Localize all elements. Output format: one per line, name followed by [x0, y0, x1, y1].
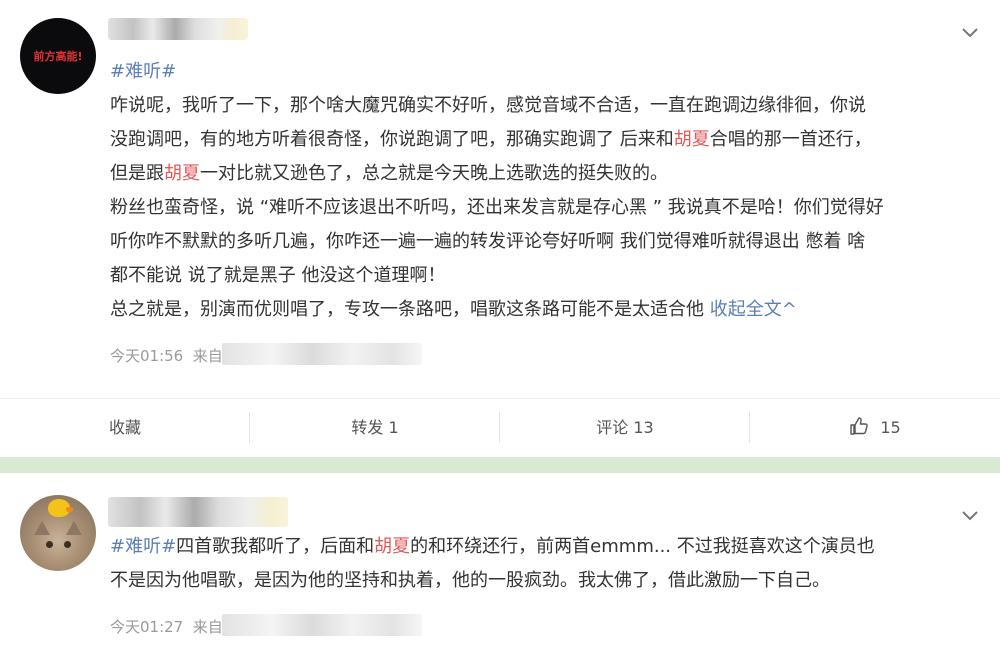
- post-time[interactable]: 今天01:56: [110, 347, 183, 365]
- hashtag-link[interactable]: #难听#: [110, 61, 176, 82]
- text-segment: 的和环绕还行，前两首emmm... 不过我挺喜欢这个演员也: [410, 536, 875, 557]
- collapse-link[interactable]: 收起全文^: [710, 299, 797, 320]
- text-segment: 四首歌我都听了，后面和: [176, 536, 375, 557]
- text-segment: 咋说呢，我听了一下，那个啥大魔咒确实不好听，感觉音域不合适，一直在跑调边缘徘徊，…: [110, 95, 866, 116]
- username-blurred[interactable]: [108, 497, 288, 527]
- text-segment: 但是跟: [110, 163, 164, 184]
- text-line: 粉丝也蛮奇怪，说 “难听不应该退出不听吗，还出来发言就是存心黑 ” 我说真不是哈…: [110, 191, 990, 225]
- avatar-cat-eye: [64, 541, 71, 548]
- text-segment: 合唱的那一首还行，: [709, 129, 872, 150]
- post-separator: [0, 457, 1000, 473]
- text-segment: 听你咋不默默的多听几遍，你咋还一遍一遍的转发评论夸好听啊 我们觉得难听就得退出 …: [110, 231, 866, 252]
- text-line: #难听#四首歌我都听了，后面和胡夏的和环绕还行，前两首emmm... 不过我挺喜…: [110, 530, 990, 564]
- highlight-keyword[interactable]: 胡夏: [674, 129, 710, 150]
- weibo-post: #难听#四首歌我都听了，后面和胡夏的和环绕还行，前两首emmm... 不过我挺喜…: [0, 475, 1000, 660]
- avatar-text: 前方高能!: [33, 50, 83, 63]
- comment-label: 评论 13: [596, 418, 654, 437]
- avatar[interactable]: [20, 495, 96, 571]
- repost-label: 转发 1: [351, 418, 399, 437]
- highlight-keyword[interactable]: 胡夏: [164, 163, 200, 184]
- action-bar: 收藏 转发 1 评论 13 15: [0, 398, 1000, 456]
- post-content: #难听# 咋说呢，我听了一下，那个啥大魔咒确实不好听，感觉音域不合适，一直在跑调…: [110, 55, 990, 327]
- text-segment: 粉丝也蛮奇怪，说 “难听不应该退出不听吗，还出来发言就是存心黑 ” 我说真不是哈…: [110, 197, 884, 218]
- post-meta: 今天01:56 来自: [110, 345, 223, 366]
- post-text: #难听#四首歌我都听了，后面和胡夏的和环绕还行，前两首emmm... 不过我挺喜…: [110, 530, 990, 598]
- like-count: 15: [880, 418, 901, 437]
- comment-button[interactable]: 评论 13: [500, 399, 750, 456]
- like-button[interactable]: 15: [750, 399, 1000, 456]
- favorite-button[interactable]: 收藏: [0, 399, 250, 456]
- post-time[interactable]: 今天01:27: [110, 618, 183, 636]
- repost-button[interactable]: 转发 1: [250, 399, 500, 456]
- text-line: 不是因为他唱歌，是因为他的坚持和执着，他的一股疯劲。我太佛了，借此激励一下自己。: [110, 564, 990, 598]
- avatar-cat-ear: [66, 521, 82, 535]
- text-segment: 不是因为他唱歌，是因为他的坚持和执着，他的一股疯劲。我太佛了，借此激励一下自己。: [110, 570, 830, 591]
- text-segment: 都不能说 说了就是黑子 他没这个道理啊！: [110, 265, 446, 286]
- text-line: 听你咋不默默的多听几遍，你咋还一遍一遍的转发评论夸好听啊 我们觉得难听就得退出 …: [110, 225, 990, 259]
- source-blurred: [222, 343, 422, 365]
- thumbs-up-icon: [850, 417, 869, 435]
- weibo-post: 前方高能! #难听# 咋说呢，我听了一下，那个啥大魔咒确实不好听，感觉音域不合适…: [0, 0, 1000, 455]
- post-meta: 今天01:27 来自: [110, 616, 223, 637]
- chevron-down-icon[interactable]: [960, 22, 980, 42]
- text-line: 都不能说 说了就是黑子 他没这个道理啊！: [110, 259, 990, 293]
- post-source-prefix: 来自: [192, 347, 223, 365]
- post-content: #难听#四首歌我都听了，后面和胡夏的和环绕还行，前两首emmm... 不过我挺喜…: [110, 530, 990, 598]
- text-segment: 没跑调吧，有的地方听着很奇怪，你说跑调了吧，那确实跑调了 后来和: [110, 129, 674, 150]
- text-segment: 一对比就又逊色了，总之就是今天晚上选歌选的挺失败的。: [200, 163, 668, 184]
- chevron-down-icon[interactable]: [960, 505, 980, 525]
- avatar[interactable]: 前方高能!: [20, 18, 96, 94]
- text-line: 咋说呢，我听了一下，那个啥大魔咒确实不好听，感觉音域不合适，一直在跑调边缘徘徊，…: [110, 89, 990, 123]
- post-text: 咋说呢，我听了一下，那个啥大魔咒确实不好听，感觉音域不合适，一直在跑调边缘徘徊，…: [110, 89, 990, 327]
- username-blurred[interactable]: [108, 18, 248, 40]
- avatar-cat-ear: [34, 521, 50, 535]
- avatar-duck-beak: [66, 507, 73, 512]
- avatar-cat-eye: [46, 541, 53, 548]
- text-line: 总之就是，别演而优则唱了，专攻一条路吧，唱歌这条路可能不是太适合他 收起全文^: [110, 293, 990, 327]
- post-source-prefix: 来自: [192, 618, 223, 636]
- text-line: 没跑调吧，有的地方听着很奇怪，你说跑调了吧，那确实跑调了 后来和胡夏合唱的那一首…: [110, 123, 990, 157]
- text-line: 但是跟胡夏一对比就又逊色了，总之就是今天晚上选歌选的挺失败的。: [110, 157, 990, 191]
- hashtag-link[interactable]: #难听#: [110, 536, 176, 557]
- favorite-label: 收藏: [108, 418, 141, 437]
- source-blurred: [222, 614, 422, 636]
- hashtag-line: #难听#: [110, 55, 990, 89]
- highlight-keyword[interactable]: 胡夏: [374, 536, 410, 557]
- text-segment: 总之就是，别演而优则唱了，专攻一条路吧，唱歌这条路可能不是太适合他: [110, 299, 710, 320]
